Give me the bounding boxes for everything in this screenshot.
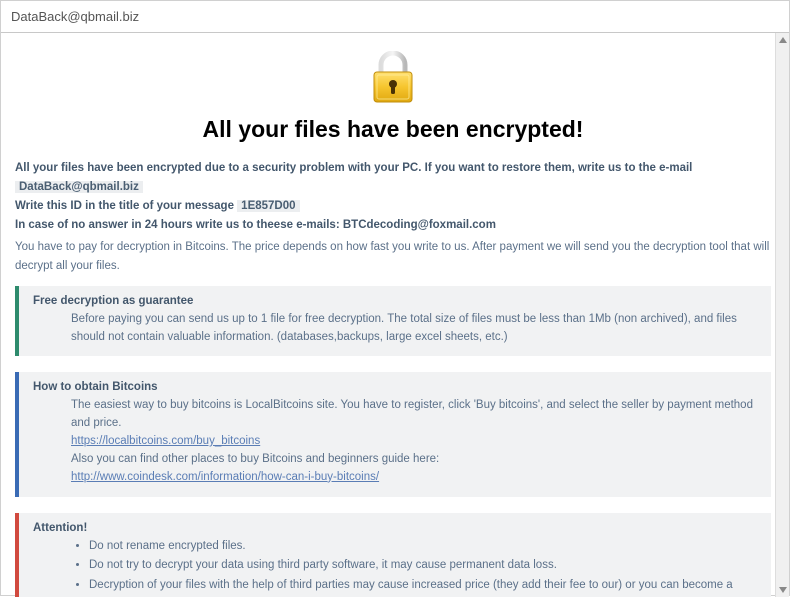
box-title-obtain: How to obtain Bitcoins [33, 381, 757, 393]
box-body-free: Before paying you can send us up to 1 fi… [33, 311, 757, 347]
list-item: Do not try to decrypt your data using th… [89, 557, 757, 575]
payment-note: You have to pay for decryption in Bitcoi… [15, 238, 771, 276]
intro-text-3: In case of no answer in 24 hours write u… [15, 219, 340, 231]
bitcoin-link-1[interactable]: https://localbitcoins.com/buy_bitcoins [71, 435, 260, 447]
intro-line-3: In case of no answer in 24 hours write u… [15, 216, 771, 235]
scroll-up-arrow-icon[interactable] [776, 33, 790, 47]
box-title-free: Free decryption as guarantee [33, 295, 757, 307]
obtain-bitcoins-box: How to obtain Bitcoins The easiest way t… [15, 372, 771, 496]
intro-text-1: All your files have been encrypted due t… [15, 162, 692, 174]
list-item: Do not rename encrypted files. [89, 538, 757, 556]
content-area: All your files have been encrypted! All … [1, 33, 789, 597]
obtain-line-1: The easiest way to buy bitcoins is Local… [71, 397, 757, 433]
lock-icon [370, 51, 416, 110]
intro-line-2: Write this ID in the title of your messa… [15, 197, 771, 216]
window-title: DataBack@qbmail.biz [11, 9, 139, 24]
main-heading: All your files have been encrypted! [15, 116, 771, 143]
bitcoin-link-2[interactable]: http://www.coindesk.com/information/how-… [71, 471, 379, 483]
attention-list: Do not rename encrypted files. Do not tr… [33, 538, 757, 597]
window-titlebar: DataBack@qbmail.biz [1, 1, 789, 33]
vertical-scrollbar[interactable] [775, 33, 789, 597]
free-decryption-box: Free decryption as guarantee Before payi… [15, 286, 771, 357]
intro-text-2: Write this ID in the title of your messa… [15, 200, 234, 212]
intro-line-1: All your files have been encrypted due t… [15, 159, 771, 197]
victim-id: 1E857D00 [237, 200, 299, 212]
box-body-obtain: The easiest way to buy bitcoins is Local… [33, 397, 757, 486]
list-item: Decryption of your files with the help o… [89, 577, 757, 597]
obtain-line-2: Also you can find other places to buy Bi… [71, 451, 757, 469]
box-title-attention: Attention! [33, 522, 757, 534]
contact-email-2: BTCdecoding@foxmail.com [343, 219, 496, 231]
lock-icon-wrap [15, 45, 771, 110]
contact-email-1: DataBack@qbmail.biz [15, 181, 143, 193]
scroll-down-arrow-icon[interactable] [776, 583, 790, 597]
attention-box: Attention! Do not rename encrypted files… [15, 513, 771, 597]
intro-block: All your files have been encrypted due t… [15, 159, 771, 276]
